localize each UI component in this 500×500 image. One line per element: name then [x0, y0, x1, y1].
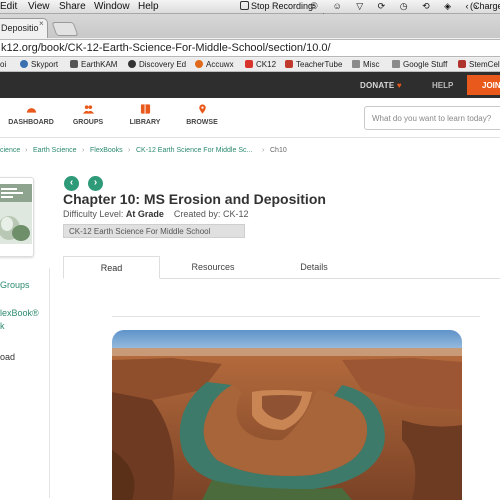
breadcrumb-link[interactable]: cience	[0, 147, 20, 154]
horseshoe-bend-photo	[112, 330, 462, 500]
discovery-icon	[128, 60, 136, 68]
bookmark-label: StemCell	[469, 60, 500, 69]
bookmark-label: Skyport	[31, 60, 59, 69]
nav-label: LIBRARY	[129, 119, 161, 126]
bookmark-item[interactable]: CK12	[245, 60, 276, 69]
previous-section-button[interactable]: ‹	[64, 176, 79, 191]
page-title: Chapter 10: MS Erosion and Deposition	[63, 191, 326, 207]
content-tabs: Read Resources Details	[63, 256, 500, 279]
address-row: k12.org/book/CK-12-Earth-Science-For-Mid…	[0, 38, 500, 58]
book-cover-thumbnail[interactable]	[0, 177, 34, 257]
breadcrumb-link[interactable]: FlexBooks	[90, 147, 123, 154]
bookmarks-bar: oi Skyport EarthKAM Discovery Ed Accuwx …	[0, 58, 500, 72]
bookmark-label: Accuwx	[206, 60, 234, 69]
bookmark-label: TeacherTube	[296, 60, 343, 69]
stop-recording-status[interactable]: Stop Recording	[240, 1, 313, 11]
bookmark-label: Discovery Ed	[139, 60, 187, 69]
browser-tab-strip: Depositio ×	[0, 14, 500, 38]
sidebar	[0, 268, 50, 498]
bookmark-item[interactable]: Accuwx	[195, 60, 234, 69]
record-icon	[240, 1, 249, 10]
tab-resources[interactable]: Resources	[163, 256, 263, 279]
bookmark-item[interactable]: TeacherTube	[285, 60, 342, 69]
nav-library[interactable]: LIBRARY	[115, 104, 175, 126]
ck12-icon	[245, 60, 253, 68]
url-bar[interactable]: k12.org/book/CK-12-Earth-Science-For-Mid…	[0, 39, 500, 57]
breadcrumb-separator: ›	[128, 147, 131, 154]
menu-view[interactable]: View	[28, 1, 50, 12]
location-pin-icon	[198, 104, 206, 114]
mac-menu-bar: Edit View Share Window Help Stop Recordi…	[0, 0, 500, 22]
battery-status: (Charge	[470, 1, 500, 11]
canyon-image	[112, 330, 462, 500]
nav-browse[interactable]: BROWSE	[172, 104, 232, 126]
nav-dashboard[interactable]: DASHBOARD	[1, 104, 61, 126]
accuwx-icon	[195, 60, 203, 68]
breadcrumb-current: Ch10	[270, 147, 287, 154]
tab-details[interactable]: Details	[264, 256, 364, 279]
help-link[interactable]: HELP	[432, 81, 453, 90]
stop-recording-label: Stop Recording	[251, 1, 314, 11]
bookmark-item[interactable]: oi	[0, 60, 6, 69]
bookmark-label: Misc	[363, 60, 380, 69]
menu-share[interactable]: Share	[59, 1, 86, 12]
groups-icon	[82, 105, 94, 114]
breadcrumb-separator: ›	[25, 147, 28, 154]
difficulty-label: Difficulty Level:	[63, 209, 124, 219]
skyport-icon	[20, 60, 28, 68]
menu-help[interactable]: Help	[138, 1, 159, 12]
folder-icon	[352, 60, 360, 68]
bookmark-item[interactable]: Discovery Ed	[128, 60, 186, 69]
sidebar-item-groups[interactable]: Groups	[0, 280, 30, 290]
dashboard-icon	[26, 108, 36, 113]
tab-read[interactable]: Read	[63, 256, 160, 279]
breadcrumb-link[interactable]: Earth Science	[33, 147, 77, 154]
bookmark-item[interactable]: Misc	[352, 60, 379, 69]
divider	[112, 316, 480, 317]
bookmark-label: CK12	[256, 60, 277, 69]
nav-label: DASHBOARD	[8, 119, 54, 126]
chapter-meta: Difficulty Level: At Grade Created by: C…	[63, 209, 248, 219]
tab-title: Depositio	[1, 23, 39, 33]
book-tag-badge[interactable]: CK-12 Earth Science For Middle School	[63, 224, 245, 238]
breadcrumb-link[interactable]: CK-12 Earth Science For Middle Sc...	[136, 147, 252, 154]
bookmark-label: Google Stuff	[403, 60, 448, 69]
stemcell-icon	[458, 60, 466, 68]
search-input[interactable]: What do you want to learn today?	[364, 106, 500, 130]
created-by-value: CK-12	[222, 209, 249, 219]
bookmark-item[interactable]: StemCell	[458, 60, 500, 69]
heart-icon: ♥	[396, 81, 402, 90]
earthkam-icon	[70, 60, 78, 68]
chevron-left-icon: ‹	[69, 177, 74, 188]
bookmark-item[interactable]: Skyport	[20, 60, 58, 69]
site-top-bar: DONATE ♥ HELP JOIN	[0, 72, 500, 98]
next-section-button[interactable]: ›	[88, 176, 103, 191]
folder-icon	[392, 60, 400, 68]
difficulty-value: At Grade	[125, 209, 164, 219]
donate-link[interactable]: DONATE ♥	[360, 81, 402, 90]
bookmark-item[interactable]: EarthKAM	[70, 60, 117, 69]
menu-window[interactable]: Window	[94, 1, 130, 12]
bookmark-label: EarthKAM	[81, 60, 118, 69]
chevron-right-icon: ›	[93, 177, 98, 188]
breadcrumb-separator: ›	[82, 147, 85, 154]
created-by-label: Created by:	[173, 209, 221, 219]
nav-label: BROWSE	[186, 119, 218, 126]
close-tab-icon[interactable]: ×	[39, 19, 44, 28]
sidebar-item-download[interactable]: oad	[0, 352, 15, 362]
sidebar-item-flexbook[interactable]: lexBook®	[0, 308, 39, 318]
donate-label: DONATE	[360, 81, 395, 90]
join-button[interactable]: JOIN	[467, 75, 500, 95]
teachertube-icon	[285, 60, 293, 68]
bookmark-label: oi	[0, 60, 7, 69]
book-cover-image	[0, 178, 33, 256]
sidebar-item-flexbook-line2[interactable]: k	[0, 321, 5, 331]
new-tab-button[interactable]	[51, 22, 79, 36]
menu-edit[interactable]: Edit	[0, 1, 17, 12]
bookmark-item[interactable]: Google Stuff	[392, 60, 447, 69]
breadcrumb-separator: ›	[262, 147, 265, 154]
nav-label: GROUPS	[72, 119, 104, 126]
nav-groups[interactable]: GROUPS	[58, 104, 118, 126]
library-icon	[140, 104, 150, 114]
